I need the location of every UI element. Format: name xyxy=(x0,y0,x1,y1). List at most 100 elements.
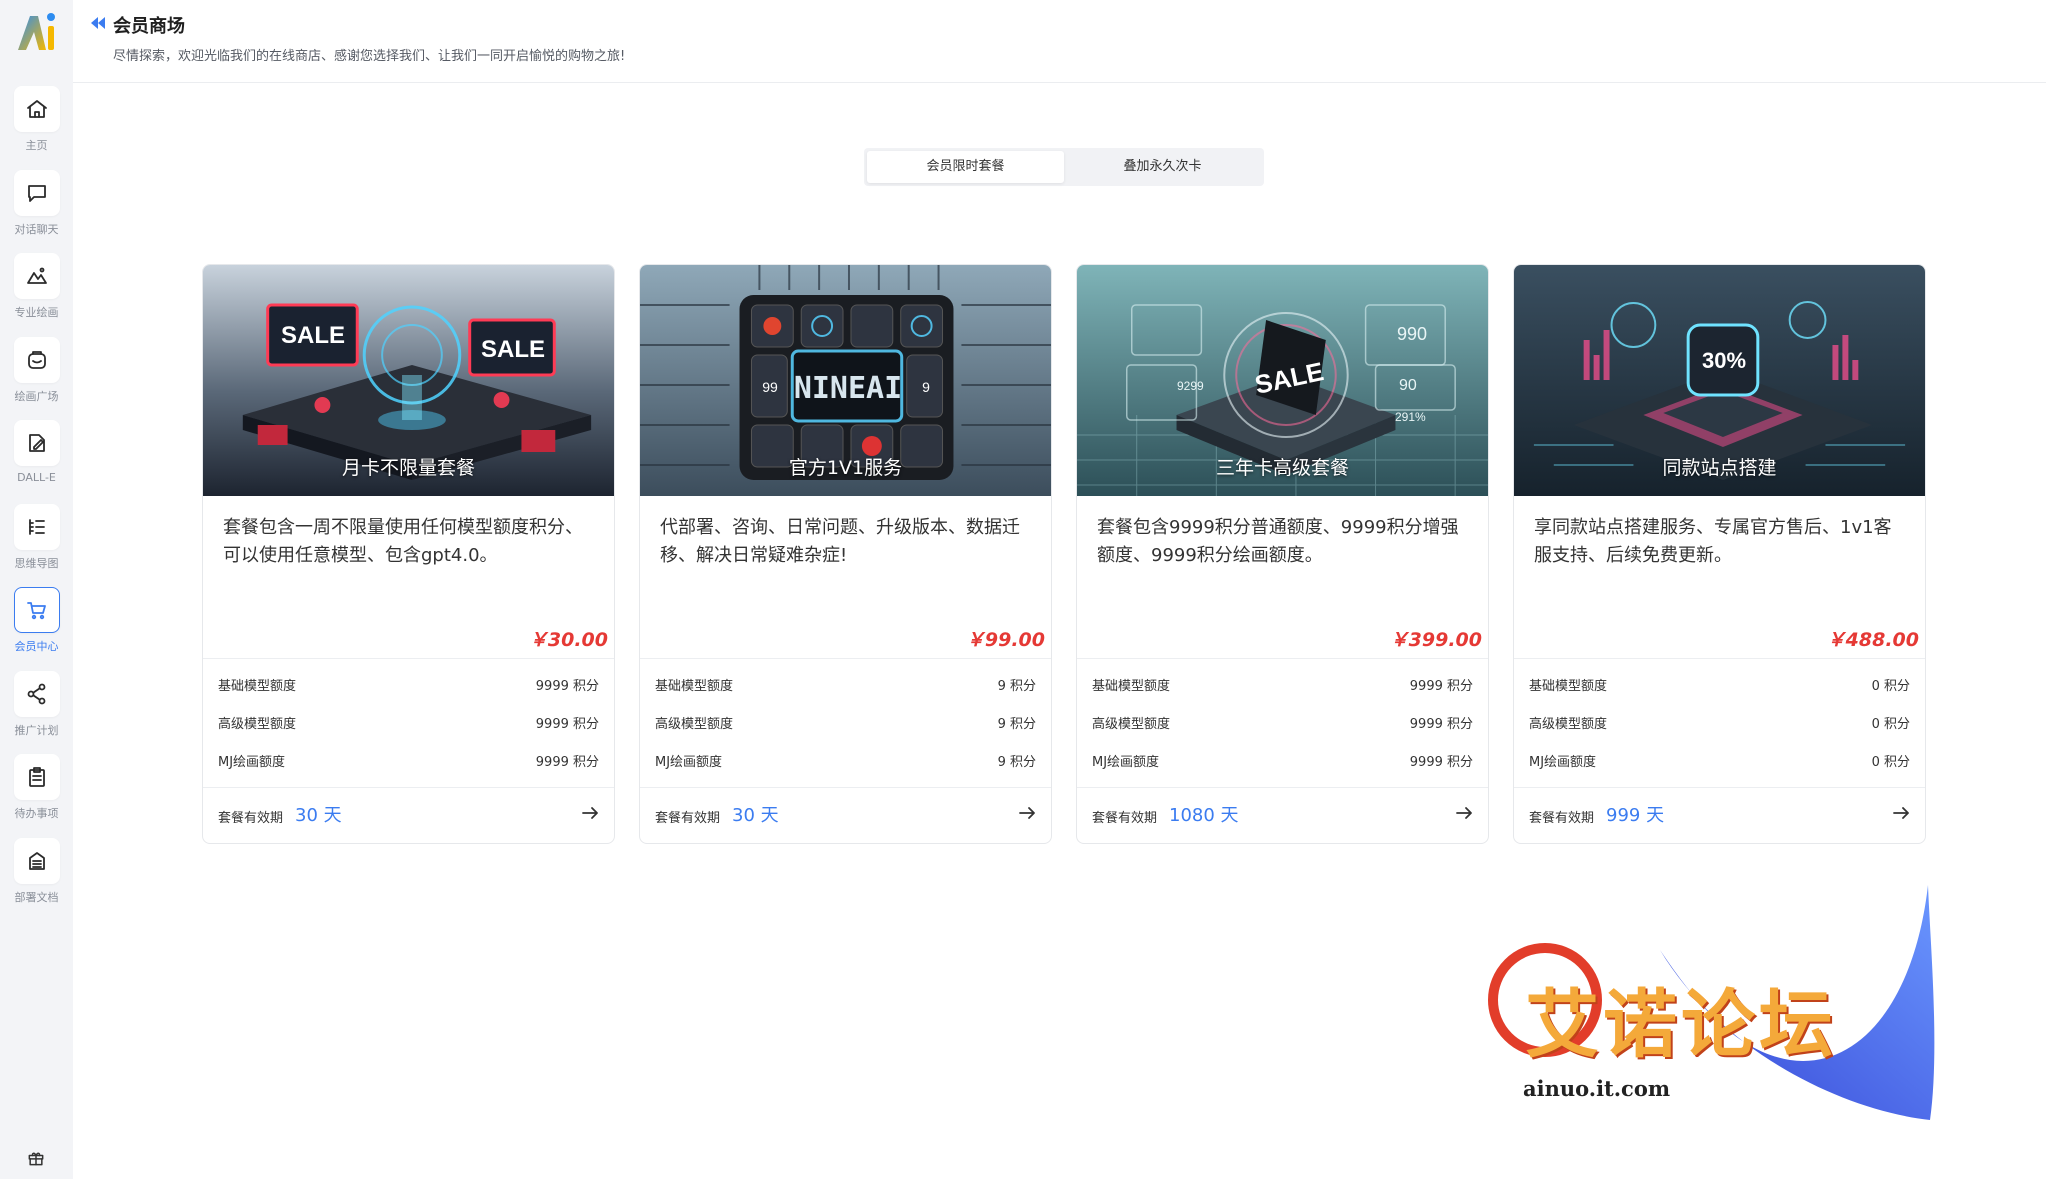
quota-name: MJ绘画额度 xyxy=(1092,755,1160,770)
page-subtitle: 尽情探索，欢迎光临我们的在线商店、感谢您选择我们、让我们一同开启愉悦的购物之旅! xyxy=(113,49,626,64)
edit-icon xyxy=(28,434,45,452)
quota-value: 0 积分 xyxy=(1871,679,1910,694)
sale-badge-text: SALE xyxy=(281,322,345,349)
nav-button[interactable] xyxy=(13,420,60,466)
validity-value: 30 天 xyxy=(295,805,342,826)
sidebar-item-home[interactable]: 主页 xyxy=(0,86,73,166)
chat-icon xyxy=(27,185,46,202)
app-logo[interactable] xyxy=(12,8,60,56)
arrow-right-icon[interactable] xyxy=(581,805,599,821)
quota-value: 0 积分 xyxy=(1871,717,1910,732)
card-price: ￥99.00 xyxy=(965,629,1045,651)
quota-row: MJ绘画额度 9999 积分 xyxy=(218,751,599,771)
sidebar: 主页 对话聊天 专业绘画 绘画广场 DALL-E 思维导图 会员中心 推广计划 … xyxy=(0,0,73,1179)
watermark-url: ainuo.it.com xyxy=(1523,1076,1671,1101)
quota-name: 基础模型额度 xyxy=(1529,679,1608,694)
nav-button[interactable] xyxy=(13,86,60,132)
sidebar-item-painting[interactable]: 专业绘画 xyxy=(0,253,73,333)
quota-value: 9 积分 xyxy=(997,755,1036,770)
arrow-right-icon[interactable] xyxy=(1892,805,1910,821)
sidebar-item-label: 思维导图 xyxy=(14,557,59,570)
card-description: 代部署、咨询、日常问题、升级版本、数据迁移、解决日常疑难杂症! xyxy=(660,517,1020,566)
discount-badge-text: 30% xyxy=(1702,348,1746,373)
page-title: 会员商场 xyxy=(113,16,185,37)
nav-button[interactable] xyxy=(13,253,60,299)
validity-label: 套餐有效期 xyxy=(1092,811,1158,826)
nav-button[interactable] xyxy=(13,671,60,717)
nav-button[interactable] xyxy=(13,838,60,884)
divider xyxy=(1514,658,1925,659)
quota-row: 基础模型额度 9999 积分 xyxy=(1092,675,1473,695)
nav-button[interactable] xyxy=(13,587,60,633)
card-image: SALE SALE 月卡不限量套餐 xyxy=(203,265,614,496)
quota-row: 高级模型额度 9999 积分 xyxy=(218,713,599,733)
plan-card[interactable]: NINEAI 99 9 官方1V1服务 代部署、咨询、日常问题、升级版本、数据迁… xyxy=(639,264,1052,844)
quota-value: 9999 积分 xyxy=(1409,717,1473,732)
sale-badge-text: SALE xyxy=(481,336,545,363)
watermark-swoosh xyxy=(1488,885,1935,1120)
validity-value: 1080 天 xyxy=(1169,805,1239,826)
quota-row: 基础模型额度 9999 积分 xyxy=(218,675,599,695)
nav-button[interactable] xyxy=(13,504,60,550)
nineai-badge-text: NINEAI xyxy=(794,371,902,406)
sidebar-item-todo[interactable]: 待办事项 xyxy=(0,754,73,834)
quota-value: 9999 积分 xyxy=(535,717,599,732)
page-header: 会员商场 尽情探索，欢迎光临我们的在线商店、感谢您选择我们、让我们一同开启愉悦的… xyxy=(73,0,2046,83)
gift-button[interactable] xyxy=(26,1148,46,1168)
nav-button[interactable] xyxy=(13,337,60,383)
arrow-right-icon[interactable] xyxy=(1455,805,1473,821)
validity-label: 套餐有效期 xyxy=(655,811,721,826)
nav-button[interactable] xyxy=(13,754,60,800)
sidebar-item-docs[interactable]: 部署文档 xyxy=(0,838,73,918)
card-price: ￥30.00 xyxy=(528,629,608,651)
quota-row: MJ绘画额度 9 积分 xyxy=(655,751,1036,771)
sidebar-item-label: 推广计划 xyxy=(14,724,59,737)
sidebar-item-label: 绘画广场 xyxy=(14,390,59,403)
quota-name: 高级模型额度 xyxy=(1092,717,1171,732)
card-footer: 套餐有效期 30 天 xyxy=(655,801,1036,826)
quota-value: 9 积分 xyxy=(997,717,1036,732)
sidebar-item-dalle[interactable]: DALL-E xyxy=(0,420,73,500)
sidebar-item-label: 待办事项 xyxy=(14,807,59,820)
sidebar-item-promotion[interactable]: 推广计划 xyxy=(0,671,73,751)
sidebar-item-member[interactable]: 会员中心 xyxy=(0,587,73,667)
divider xyxy=(640,787,1051,788)
sidebar-item-mindmap[interactable]: 思维导图 xyxy=(0,504,73,584)
quota-row: 基础模型额度 0 积分 xyxy=(1529,675,1910,695)
plan-card[interactable]: SALE 990 90 9299 291% 三年卡高级套餐 套餐包含9999积分… xyxy=(1076,264,1489,844)
sidebar-item-gallery[interactable]: 绘画广场 xyxy=(0,337,73,417)
card-title: 同款站点搭建 xyxy=(1662,457,1777,479)
divider xyxy=(1077,787,1488,788)
sidebar-item-label: 部署文档 xyxy=(14,891,59,904)
quota-value: 9 积分 xyxy=(997,679,1036,694)
image-icon xyxy=(26,267,47,284)
arrow-right-icon[interactable] xyxy=(1018,805,1036,821)
divider xyxy=(203,658,614,659)
home-icon xyxy=(26,100,47,118)
quota-value: 9999 积分 xyxy=(1409,679,1473,694)
quota-name: MJ绘画额度 xyxy=(1529,755,1597,770)
floating-number-text: 9299 xyxy=(1177,379,1204,393)
card-image: SALE 990 90 9299 291% 三年卡高级套餐 xyxy=(1077,265,1488,496)
card-footer: 套餐有效期 1080 天 xyxy=(1092,801,1473,826)
clipboard-icon xyxy=(28,767,45,787)
tab-member-plans[interactable]: 会员限时套餐 xyxy=(867,151,1064,183)
tab-permanent-cards[interactable]: 叠加永久次卡 xyxy=(1064,151,1261,183)
card-price: ￥399.00 xyxy=(1389,629,1482,651)
card-image: 30% 同款站点搭建 xyxy=(1514,265,1925,496)
card-price: ￥488.00 xyxy=(1826,629,1919,651)
plan-card[interactable]: SALE SALE 月卡不限量套餐 套餐包含一周不限量使用任何模型额度积分、可以… xyxy=(202,264,615,844)
quota-value: 9999 积分 xyxy=(535,679,599,694)
double-chevron-left-icon[interactable] xyxy=(90,16,106,30)
nav-button[interactable] xyxy=(13,170,60,216)
card-description: 套餐包含一周不限量使用任何模型额度积分、可以使用任意模型、包含gpt4.0。 xyxy=(223,517,583,566)
document-icon xyxy=(28,852,45,870)
quota-name: MJ绘画额度 xyxy=(655,755,723,770)
divider xyxy=(1514,787,1925,788)
card-title: 三年卡高级套餐 xyxy=(1215,457,1349,479)
sidebar-item-chat[interactable]: 对话聊天 xyxy=(0,170,73,250)
quota-row: 高级模型额度 9 积分 xyxy=(655,713,1036,733)
quota-name: 基础模型额度 xyxy=(218,679,297,694)
plan-card[interactable]: 30% 同款站点搭建 享同款站点搭建服务、专属官方售后、1v1客服支持、后续免费… xyxy=(1513,264,1926,844)
floating-number-text: 291% xyxy=(1395,410,1426,424)
